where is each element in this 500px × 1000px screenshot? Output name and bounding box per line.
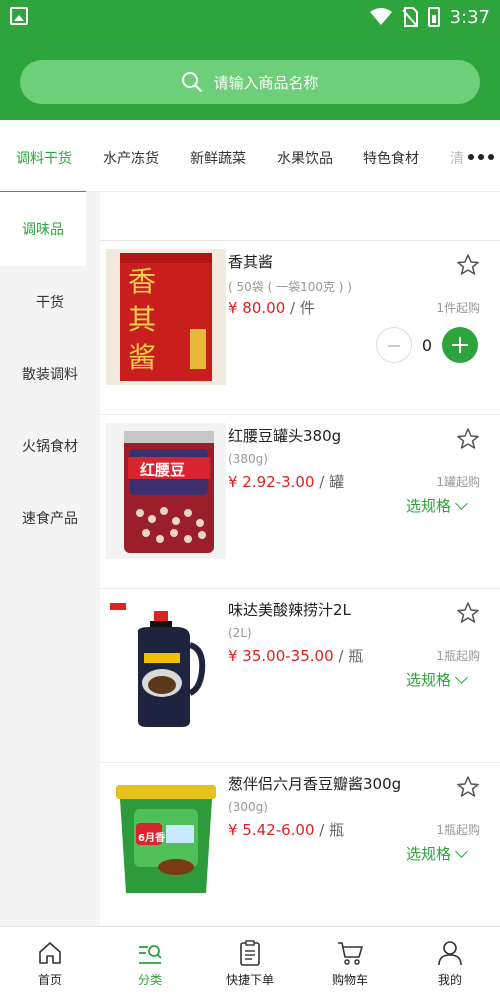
product-price: ¥ 35.00-35.00 / 瓶 [228, 645, 363, 666]
sidebar-item-instant-food[interactable]: 速食产品 [0, 482, 100, 554]
nav-cart[interactable]: 购物车 [300, 927, 400, 1000]
price-unit: / 瓶 [314, 821, 345, 839]
search-input[interactable]: 请输入商品名称 [20, 60, 480, 104]
battery-icon [427, 7, 440, 27]
product-name: 红腰豆罐头380g [228, 427, 342, 445]
price-unit: / 瓶 [333, 647, 364, 665]
search-placeholder: 请输入商品名称 [213, 73, 319, 92]
favorite-star-icon[interactable] [456, 601, 480, 625]
product-spec: (300g) [228, 800, 268, 814]
tab-specialty-ingredients[interactable]: 特色食材 [363, 148, 419, 168]
nav-label: 首页 [37, 973, 62, 987]
select-spec-button[interactable]: 选规格 [405, 495, 468, 516]
price-value: ¥ 5.42-6.00 [228, 821, 315, 839]
decrease-button[interactable] [376, 327, 412, 363]
sidebar-item-bulk-seasoning[interactable]: 散装调料 [0, 338, 100, 410]
nav-label: 快捷下单 [225, 973, 274, 987]
wifi-icon [369, 8, 392, 25]
tab-fruit-drinks[interactable]: 水果饮品 [277, 148, 333, 168]
clipboard-icon [240, 940, 260, 966]
favorite-star-icon[interactable] [456, 253, 480, 277]
quantity-value: 0 [421, 335, 433, 355]
product-spec: (2L) [228, 626, 252, 640]
no-sim-icon [401, 7, 418, 27]
product-price: ¥ 2.92-3.00 / 罐 [228, 471, 344, 492]
cart-icon [338, 942, 363, 965]
sidebar-item-label: 干货 [36, 295, 64, 311]
min-order: 1瓶起购 [436, 649, 480, 663]
min-order: 1瓶起购 [436, 823, 480, 837]
product-image-text: 6月香 [138, 833, 165, 844]
sidebar-item-seasoning[interactable]: 调味品 [0, 192, 86, 266]
sidebar-item-label: 速食产品 [22, 511, 78, 527]
chevron-down-icon [455, 845, 468, 858]
favorite-star-icon[interactable] [456, 775, 480, 799]
sidebar-item-label: 散装调料 [22, 367, 78, 383]
sidebar: 调味品 干货 散装调料 火锅食材 速食产品 [0, 192, 100, 926]
product-list: 香其酱 香其酱 ( 50袋 ( 一袋100克 ) ) ¥ 80.00 / 件 1… [100, 240, 500, 926]
product-name: 葱伴侣六月香豆瓣酱300g [228, 775, 402, 793]
price-unit: / 罐 [314, 473, 345, 491]
status-time: 3:37 [449, 6, 490, 28]
user-icon [438, 941, 462, 966]
more-icon[interactable] [468, 147, 494, 167]
chevron-down-icon [455, 671, 468, 684]
product-image: 香其酱 [106, 249, 226, 385]
category-tabs: 调料干货 水产冻货 新鲜蔬菜 水果饮品 特色食材 清 [0, 120, 500, 192]
price-value: ¥ 35.00-35.00 [228, 647, 334, 665]
product-image: 6月香 [106, 771, 226, 907]
price-value: ¥ 2.92-3.00 [228, 473, 315, 491]
nav-label: 我的 [437, 973, 462, 987]
tab-fresh-vegetables[interactable]: 新鲜蔬菜 [190, 148, 246, 168]
select-spec-button[interactable]: 选规格 [405, 669, 468, 690]
select-spec-label: 选规格 [405, 845, 451, 863]
bottom-nav: 首页 分类 快捷下单 购物车 我的 [0, 926, 500, 1000]
select-spec-label: 选规格 [405, 671, 451, 689]
product-image-text: 香其酱 [128, 265, 157, 374]
nav-profile[interactable]: 我的 [400, 927, 500, 1000]
product-item[interactable]: 味达美酸辣捞汁2L (2L) ¥ 35.00-35.00 / 瓶 1瓶起购 选规… [100, 589, 500, 763]
nav-home[interactable]: 首页 [0, 927, 100, 1000]
min-order: 1罐起购 [436, 475, 480, 489]
sidebar-item-dried-goods[interactable]: 干货 [0, 266, 100, 338]
home-icon [39, 942, 61, 964]
increase-button[interactable] [442, 327, 478, 363]
quantity-stepper: 0 [376, 327, 478, 363]
min-order: 1件起购 [436, 301, 480, 315]
sidebar-item-label: 调味品 [22, 222, 64, 238]
product-image-text: 红腰豆 [140, 461, 186, 479]
product-price: ¥ 5.42-6.00 / 瓶 [228, 819, 344, 840]
select-spec-button[interactable]: 选规格 [405, 843, 468, 864]
product-spec: (380g) [228, 452, 268, 466]
header: 请输入商品名称 [0, 34, 500, 120]
price-value: ¥ 80.00 [228, 299, 286, 317]
price-unit: / 件 [285, 299, 315, 317]
product-item[interactable]: 6月香 葱伴侣六月香豆瓣酱300g (300g) ¥ 5.42-6.00 / 瓶… [100, 763, 500, 937]
select-spec-label: 选规格 [405, 497, 451, 515]
nav-category[interactable]: 分类 [100, 927, 200, 1000]
chevron-down-icon [455, 497, 468, 510]
nav-label: 分类 [137, 973, 162, 987]
tab-seasoning-dried[interactable]: 调料干货 [16, 148, 72, 168]
product-name: 香其酱 [228, 253, 274, 271]
sidebar-item-label: 火锅食材 [22, 439, 78, 455]
product-image: 红腰豆 [106, 423, 226, 559]
product-price: ¥ 80.00 / 件 [228, 297, 315, 318]
product-item[interactable]: 红腰豆 红腰豆罐头380g (380g) ¥ 2.92-3.00 / 罐 1罐起… [100, 415, 500, 589]
category-search-icon [139, 945, 162, 964]
tab-aquatic-frozen[interactable]: 水产冻货 [103, 148, 159, 168]
nav-label: 购物车 [331, 973, 368, 987]
status-icons: 3:37 [369, 5, 490, 29]
product-image [106, 597, 226, 733]
product-name: 味达美酸辣捞汁2L [228, 601, 351, 619]
status-bar: 3:37 [0, 0, 500, 34]
sidebar-item-hotpot[interactable]: 火锅食材 [0, 410, 100, 482]
nav-quick-order[interactable]: 快捷下单 [200, 927, 300, 1000]
product-spec: ( 50袋 ( 一袋100克 ) ) [228, 280, 352, 294]
product-item[interactable]: 香其酱 香其酱 ( 50袋 ( 一袋100克 ) ) ¥ 80.00 / 件 1… [100, 241, 500, 415]
search-icon [182, 72, 203, 93]
gallery-notification-icon [10, 7, 28, 25]
favorite-star-icon[interactable] [456, 427, 480, 451]
